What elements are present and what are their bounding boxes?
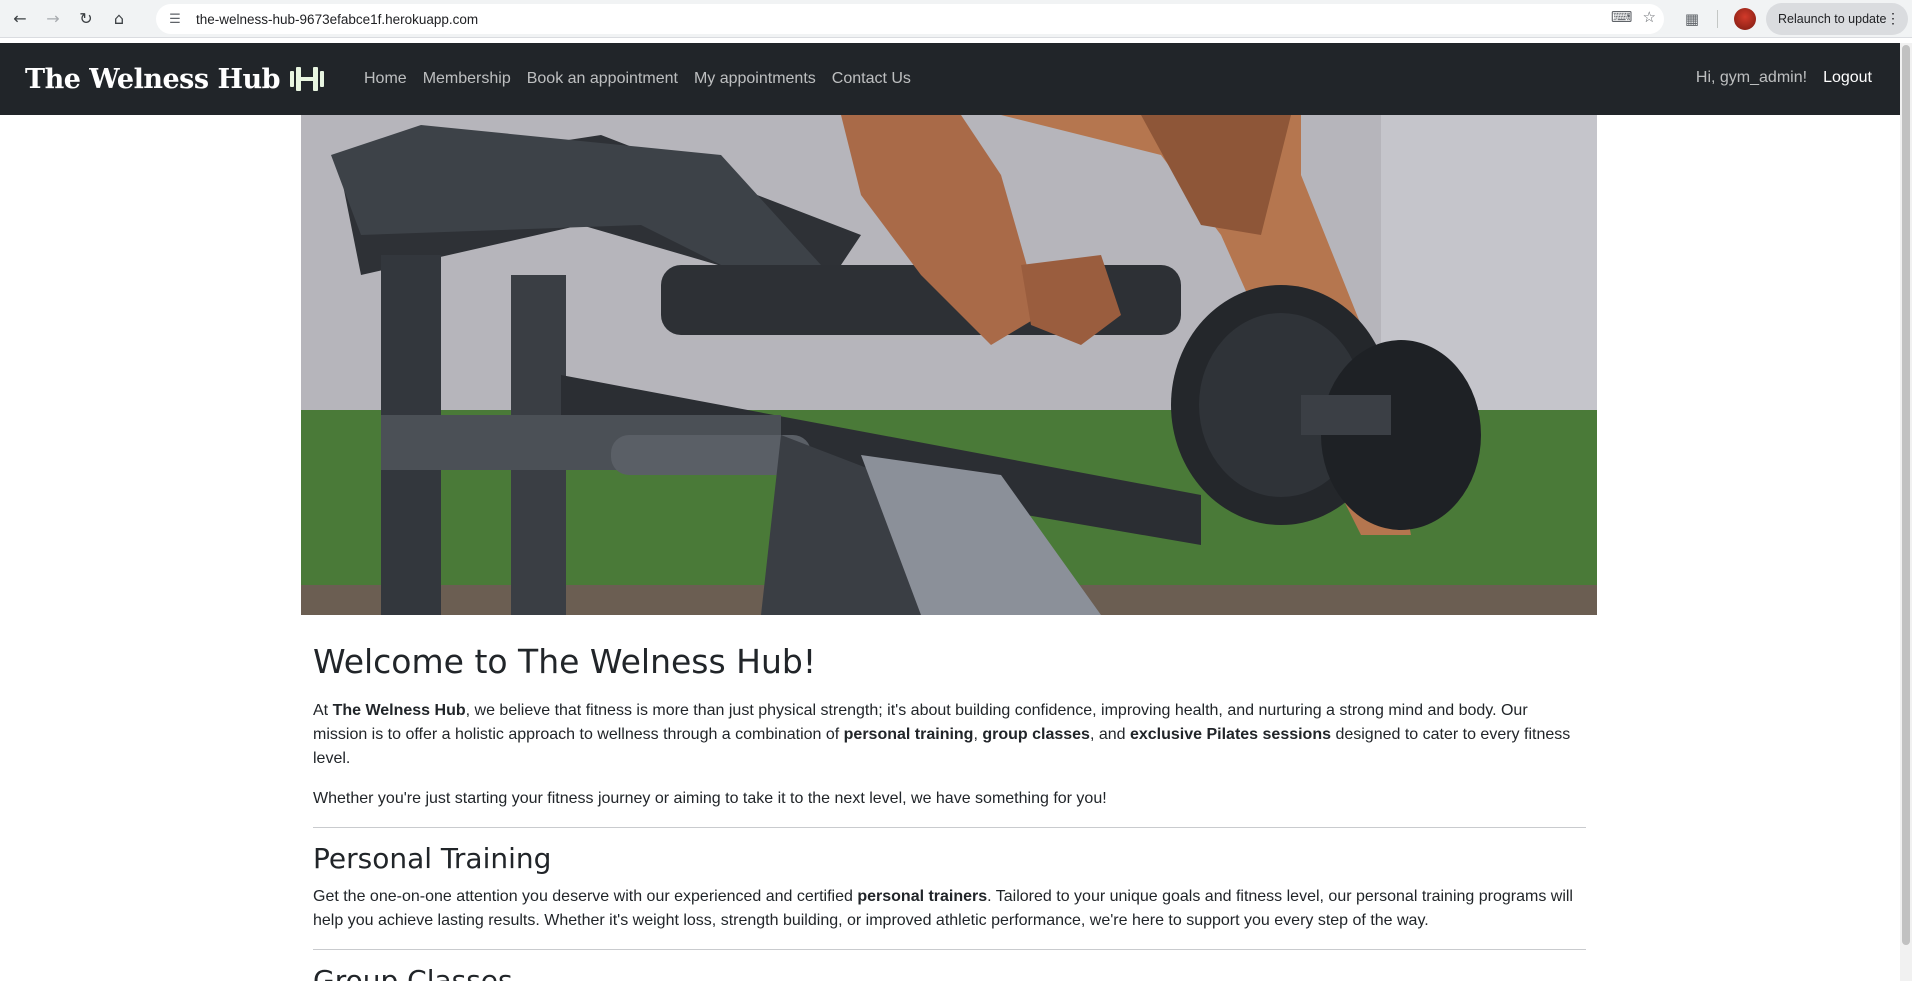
reload-icon[interactable]: ↻ <box>73 6 99 32</box>
nav-links: Home Membership Book an appointment My a… <box>364 70 927 88</box>
relaunch-button[interactable]: Relaunch to update ⋮ <box>1766 3 1908 35</box>
nav-link-my-appointments[interactable]: My appointments <box>694 70 816 88</box>
personal-training-paragraph: Get the one-on-one attention you deserve… <box>313 885 1586 933</box>
text-segment: At <box>313 702 333 719</box>
personal-training-heading: Personal Training <box>313 842 552 875</box>
url-text[interactable]: the-welness-hub-9673efabce1f.herokuapp.c… <box>196 12 478 27</box>
bold-pilates: exclusive Pilates sessions <box>1129 726 1331 743</box>
browser-toolbar: ← → ↻ ⌂ ☰ the-welness-hub-9673efabce1f.h… <box>0 0 1912 38</box>
nav-link-contact-us[interactable]: Contact Us <box>832 70 911 88</box>
bookmark-star-icon[interactable]: ☆ <box>1643 8 1656 26</box>
back-arrow-icon[interactable]: ← <box>7 6 33 32</box>
logout-link[interactable]: Logout <box>1823 69 1872 87</box>
section-divider <box>313 827 1586 828</box>
brand-logo[interactable]: The Welness Hub <box>25 64 326 95</box>
brand-name: The Welness Hub <box>25 63 281 95</box>
bold-group-classes: group classes <box>982 726 1090 743</box>
dumbbell-icon <box>288 65 326 93</box>
nav-link-membership[interactable]: Membership <box>423 70 511 88</box>
nav-user-area: Hi, gym_admin! Logout <box>1696 69 1872 87</box>
translate-icon[interactable]: ⌨ <box>1611 8 1633 26</box>
main-content: Welcome to The Welness Hub! At The Welne… <box>313 630 1586 981</box>
site-navbar: The Welness Hub Home Membership Book an … <box>0 43 1900 115</box>
toolbar-divider <box>1717 10 1718 28</box>
bold-gym-name: The Welness Hub <box>332 702 466 719</box>
nav-link-book-appointment[interactable]: Book an appointment <box>527 70 678 88</box>
section-divider <box>313 949 1586 950</box>
welcome-tagline: Whether you're just starting your fitnes… <box>313 790 1107 807</box>
bold-personal-trainers: personal trainers <box>857 888 988 905</box>
user-greeting: Hi, gym_admin! <box>1695 69 1808 86</box>
text-segment: , <box>973 726 983 743</box>
welcome-heading: Welcome to The Welness Hub! <box>313 642 817 681</box>
menu-dots-icon[interactable]: ⋮ <box>1886 10 1900 27</box>
group-classes-heading: Group Classes <box>313 964 513 981</box>
relaunch-label: Relaunch to update <box>1778 12 1887 26</box>
scrollbar-thumb[interactable] <box>1902 45 1910 945</box>
site-info-icon[interactable]: ☰ <box>164 8 186 30</box>
home-icon[interactable]: ⌂ <box>106 6 132 32</box>
nav-link-home[interactable]: Home <box>364 70 407 88</box>
hero-image <box>301 115 1597 615</box>
bold-personal-training: personal training <box>843 726 974 743</box>
forward-arrow-icon[interactable]: → <box>40 6 66 32</box>
address-bar[interactable]: ☰ the-welness-hub-9673efabce1f.herokuapp… <box>156 4 1664 34</box>
text-segment: Get the one-on-one attention you deserve… <box>313 888 858 905</box>
text-segment: , and <box>1089 726 1130 743</box>
profile-avatar[interactable] <box>1734 8 1756 30</box>
page-scrollbar[interactable] <box>1900 43 1912 981</box>
welcome-paragraph: At The Welness Hub, we believe that fitn… <box>313 699 1586 771</box>
extensions-icon[interactable]: ▦ <box>1680 7 1704 31</box>
